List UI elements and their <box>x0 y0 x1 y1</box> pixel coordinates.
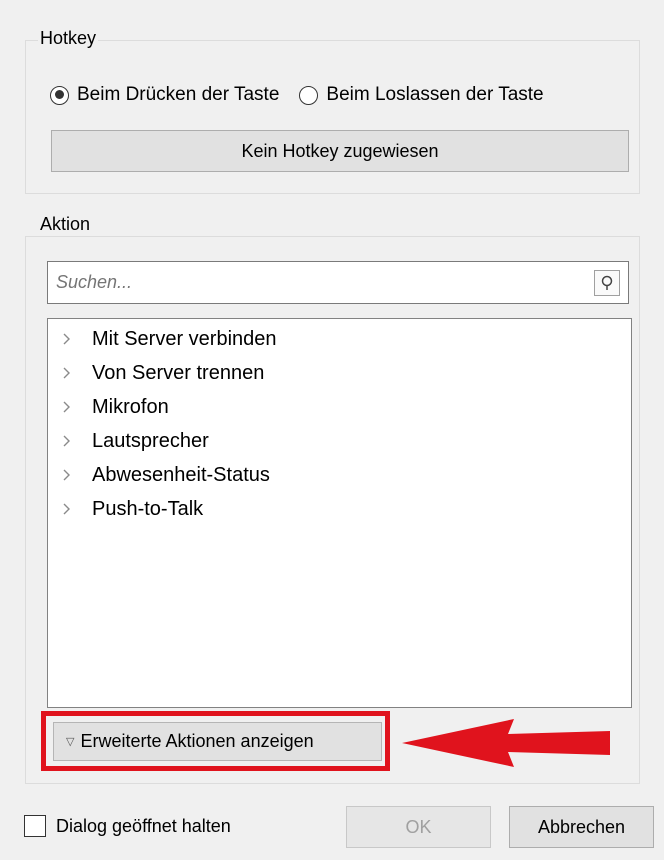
list-item[interactable]: Lautsprecher <box>48 424 631 458</box>
list-item[interactable]: Mikrofon <box>48 390 631 424</box>
chevron-right-icon[interactable] <box>62 469 92 481</box>
keep-dialog-open-label: Dialog geöffnet halten <box>56 815 231 836</box>
cancel-button[interactable]: Abbrechen <box>509 806 654 848</box>
hotkey-trigger-radio-group: Beim Drücken der Taste Beim Loslassen de… <box>50 84 544 106</box>
action-list[interactable]: Mit Server verbinden Von Server trennen … <box>47 318 632 708</box>
ok-button[interactable]: OK <box>346 806 491 848</box>
triangle-down-icon: ▽ <box>66 736 75 748</box>
list-item-label: Push-to-Talk <box>92 497 204 520</box>
chevron-right-icon[interactable] <box>62 435 92 447</box>
list-item[interactable]: Push-to-Talk <box>48 492 631 526</box>
radio-on-release[interactable]: Beim Loslassen der Taste <box>299 84 544 106</box>
list-item-label: Mit Server verbinden <box>92 327 277 350</box>
list-item-label: Abwesenheit-Status <box>92 463 270 486</box>
show-advanced-actions-label: Erweiterte Aktionen anzeigen <box>80 731 314 751</box>
chevron-right-icon[interactable] <box>62 367 92 379</box>
list-item-label: Lautsprecher <box>92 429 209 452</box>
action-search-input[interactable] <box>48 261 594 304</box>
chevron-right-icon[interactable] <box>62 401 92 413</box>
annotation-arrow-icon <box>402 719 610 767</box>
list-item[interactable]: Mit Server verbinden <box>48 322 631 356</box>
action-group-title: Aktion <box>38 214 93 235</box>
keep-dialog-open-box[interactable] <box>24 815 46 837</box>
search-icon[interactable] <box>594 269 620 296</box>
list-item-label: Mikrofon <box>92 395 169 418</box>
radio-on-release-label: Beim Loslassen der Taste <box>326 84 544 105</box>
list-item-label: Von Server trennen <box>92 361 265 384</box>
keep-dialog-open-checkbox[interactable]: Dialog geöffnet halten <box>24 815 231 837</box>
radio-on-release-indicator[interactable] <box>299 85 319 105</box>
chevron-right-icon[interactable] <box>62 333 92 345</box>
hotkey-group-title: Hotkey <box>38 28 99 49</box>
action-search-box <box>47 261 629 304</box>
show-advanced-actions-button[interactable]: ▽ Erweiterte Aktionen anzeigen <box>53 722 382 761</box>
list-item[interactable]: Abwesenheit-Status <box>48 458 631 492</box>
assign-hotkey-button[interactable]: Kein Hotkey zugewiesen <box>51 130 629 172</box>
radio-on-press-indicator[interactable] <box>50 85 69 105</box>
list-item[interactable]: Von Server trennen <box>48 356 631 390</box>
chevron-right-icon[interactable] <box>62 503 92 515</box>
radio-on-press[interactable]: Beim Drücken der Taste <box>50 84 279 106</box>
radio-on-press-label: Beim Drücken der Taste <box>77 84 280 105</box>
